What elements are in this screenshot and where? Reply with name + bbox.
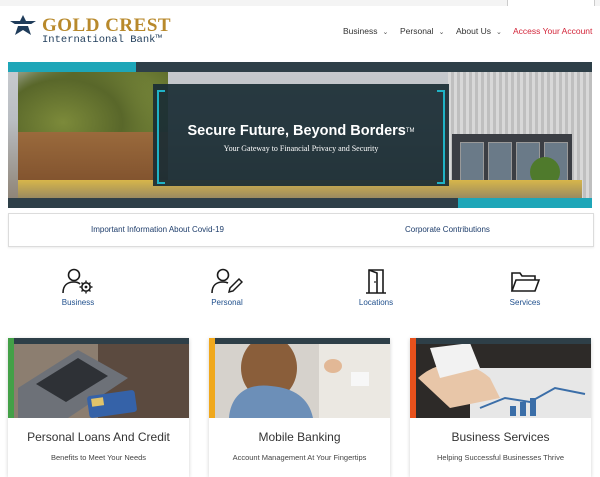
- chevron-down-icon: ⌄: [495, 29, 502, 36]
- card-accent-top: [410, 338, 591, 344]
- chevron-down-icon: ⌄: [382, 29, 389, 36]
- nav-about-us-label: About Us: [456, 26, 491, 36]
- card-image-payment-terminal: [8, 338, 189, 418]
- card-accent-left: [209, 338, 215, 418]
- quick-link-services-label: Services: [509, 298, 541, 307]
- hero-subtitle: Your Gateway to Financial Privacy and Se…: [223, 144, 379, 153]
- chevron-down-icon: ⌄: [438, 29, 445, 36]
- card-subtitle: Account Management At Your Fingertips: [232, 453, 367, 462]
- user-gear-icon: [62, 268, 93, 294]
- hero-banner: Secure Future, Beyond BordersTM Your Gat…: [8, 62, 592, 208]
- payment-terminal-image: [8, 338, 189, 418]
- access-account-link[interactable]: Access Your Account: [513, 23, 592, 39]
- card-business-services[interactable]: Business Services Helping Successful Bus…: [410, 338, 591, 477]
- card-title: Personal Loans And Credit: [27, 430, 170, 444]
- card-title: Business Services: [451, 430, 550, 444]
- card-personal-loans[interactable]: Personal Loans And Credit Benefits to Me…: [8, 338, 189, 477]
- hero-accent-bottom-right: [458, 198, 592, 208]
- nav-personal[interactable]: Personal ⌄: [400, 23, 444, 41]
- quick-link-business-label: Business: [61, 298, 95, 307]
- nav-about-us[interactable]: About Us ⌄: [456, 23, 502, 41]
- quick-link-personal-label: Personal: [211, 298, 243, 307]
- covid-info-link[interactable]: Important Information About Covid-19: [91, 214, 224, 246]
- nav-business[interactable]: Business ⌄: [343, 23, 388, 41]
- top-bar: [0, 0, 600, 6]
- quick-link-personal[interactable]: Personal: [187, 268, 267, 308]
- card-subtitle: Benefits to Meet Your Needs: [50, 453, 147, 462]
- folder-open-icon: [510, 272, 541, 292]
- corporate-contributions-link[interactable]: Corporate Contributions: [405, 214, 490, 246]
- hero-title: Secure Future, Beyond BordersTM: [153, 122, 449, 140]
- hero-panel: Secure Future, Beyond BordersTM Your Gat…: [153, 84, 449, 186]
- card-subtitle: Helping Successful Businesses Thrive: [436, 453, 564, 462]
- quick-link-locations-label: Locations: [358, 298, 394, 307]
- quick-link-services[interactable]: Services: [485, 268, 565, 308]
- card-image-mobile-banking: [209, 338, 390, 418]
- info-bar: Important Information About Covid-19 Cor…: [8, 213, 594, 247]
- quick-link-locations[interactable]: Locations: [336, 268, 416, 308]
- hero-title-mark: TM: [405, 128, 415, 134]
- quick-link-business[interactable]: Business: [38, 268, 118, 308]
- card-image-business-services: [410, 338, 591, 418]
- card-accent-left: [410, 338, 416, 418]
- nav-personal-label: Personal: [400, 26, 434, 36]
- card-mobile-banking[interactable]: Mobile Banking Account Management At You…: [209, 338, 390, 477]
- hero-title-text: Secure Future, Beyond Borders: [187, 123, 406, 139]
- door-icon: [366, 269, 386, 294]
- card-title: Mobile Banking: [258, 430, 341, 444]
- hero-accent-top-right: [136, 62, 592, 72]
- card-accent-top: [8, 338, 189, 344]
- top-tab: [507, 0, 595, 6]
- business-charts-image: [410, 338, 591, 418]
- card-accent-top: [209, 338, 390, 344]
- woman-with-phone-image: [209, 338, 390, 418]
- main-nav: Business ⌄ Personal ⌄ About Us ⌄ Access You…: [0, 23, 600, 39]
- user-edit-icon: [211, 268, 243, 294]
- nav-business-label: Business: [343, 26, 378, 36]
- card-accent-left: [8, 338, 14, 418]
- hero-accent-top-left: [8, 62, 136, 72]
